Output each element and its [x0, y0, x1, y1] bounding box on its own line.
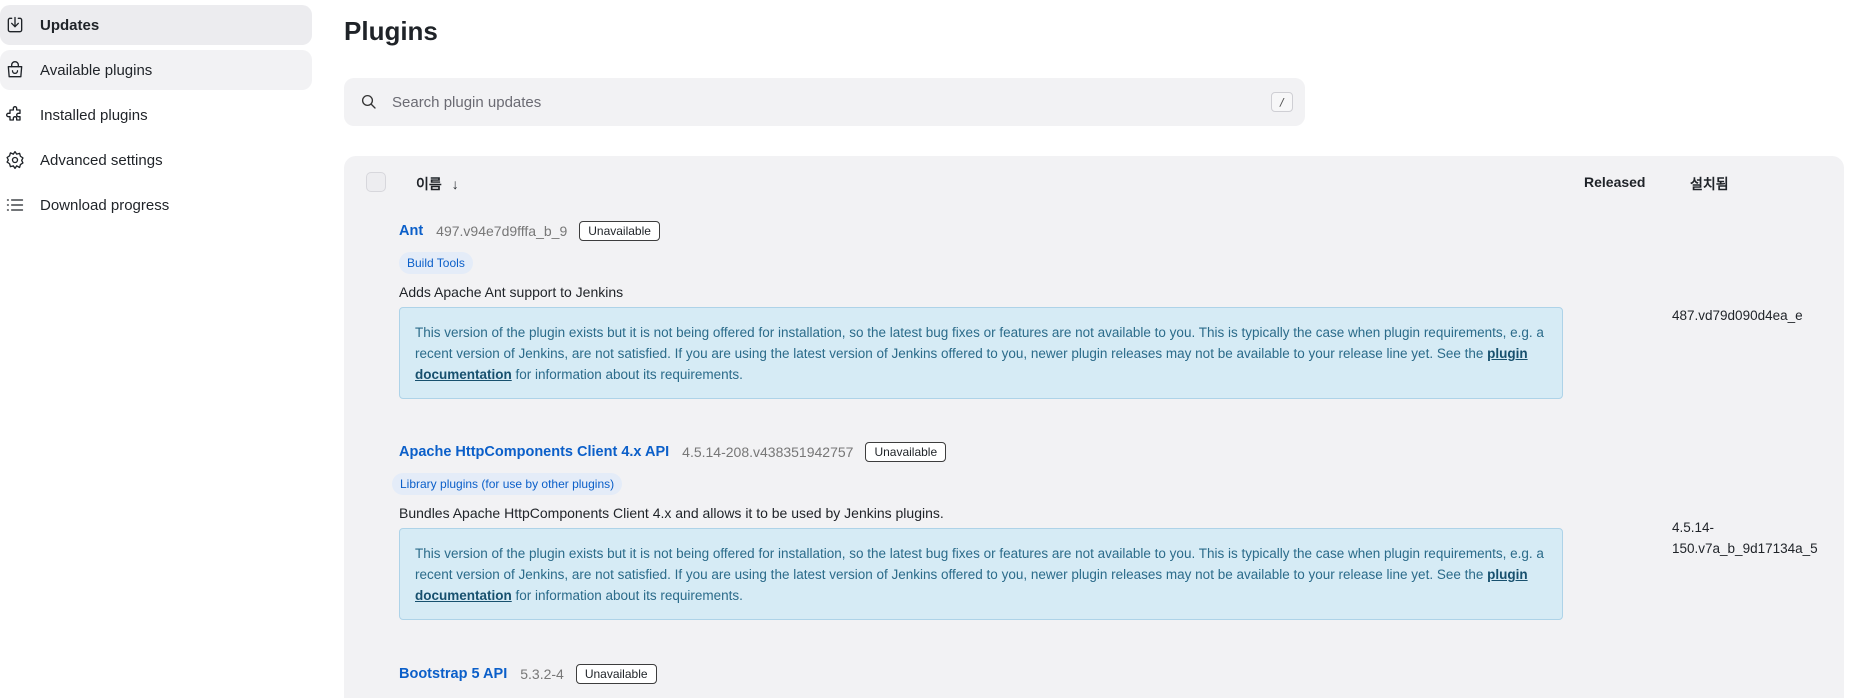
sidebar-item-label: Available plugins	[40, 61, 153, 79]
search-bar: /	[344, 78, 1305, 126]
column-header-name-label: 이름	[416, 176, 442, 192]
sidebar-item-download-progress[interactable]: Download progress	[0, 185, 312, 225]
sidebar-item-updates[interactable]: Updates	[0, 5, 312, 45]
sidebar-item-installed-plugins[interactable]: Installed plugins	[0, 95, 312, 135]
sidebar-item-advanced-settings[interactable]: Advanced settings	[0, 140, 312, 180]
sort-arrow-icon: ↓	[451, 176, 459, 192]
status-badge: Unavailable	[579, 221, 660, 241]
plugin-description: Bundles Apache HttpComponents Client 4.x…	[399, 505, 944, 521]
notice-text-end: for information about its requirements.	[511, 367, 743, 382]
download-icon	[4, 14, 26, 36]
notice-text-end: for information about its requirements.	[511, 588, 743, 603]
table-row: Ant 497.v94e7d9fffa_b_9 Unavailable Buil…	[399, 220, 1799, 399]
unavailable-notice: This version of the plugin exists but it…	[399, 307, 1563, 399]
column-header-name[interactable]: 이름 ↓	[416, 174, 459, 194]
search-icon	[360, 93, 378, 111]
category-tag[interactable]: Build Tools	[399, 252, 473, 274]
plugin-header: Ant 497.v94e7d9fffa_b_9 Unavailable	[399, 220, 1799, 242]
sidebar-item-label: Installed plugins	[40, 106, 148, 124]
installed-version-line2: 150.v7a_b_9d17134a_5	[1672, 541, 1818, 556]
table-row: Apache HttpComponents Client 4.x API 4.5…	[392, 441, 1799, 620]
notice-text: This version of the plugin exists but it…	[415, 546, 1544, 582]
plugin-name-link[interactable]: Apache HttpComponents Client 4.x API	[399, 444, 669, 460]
plugin-version: 497.v94e7d9fffa_b_9	[436, 223, 568, 239]
plugin-version: 4.5.14-208.v438351942757	[682, 444, 854, 460]
sidebar-item-available-plugins[interactable]: Available plugins	[0, 50, 312, 90]
plugin-header: Apache HttpComponents Client 4.x API 4.5…	[399, 441, 1799, 463]
plugin-name-link[interactable]: Ant	[399, 223, 423, 239]
list-icon	[4, 194, 26, 216]
plugin-name-link[interactable]: Bootstrap 5 API	[399, 666, 507, 682]
column-header-released[interactable]: Released	[1584, 174, 1645, 190]
sidebar-item-label: Advanced settings	[40, 151, 163, 169]
puzzle-icon	[4, 104, 26, 126]
unavailable-notice: This version of the plugin exists but it…	[399, 528, 1563, 620]
table-row: Bootstrap 5 API 5.3.2-4 Unavailable	[399, 663, 1799, 685]
category-tag[interactable]: Library plugins (for use by other plugin…	[392, 473, 623, 495]
plugin-description: Adds Apache Ant support to Jenkins	[399, 284, 624, 300]
select-all-checkbox[interactable]	[366, 172, 386, 192]
page-title: Plugins	[344, 16, 438, 46]
table-header: 이름 ↓ Released 설치됨	[344, 156, 1844, 208]
status-badge: Unavailable	[575, 664, 657, 684]
shopping-bag-icon	[4, 59, 26, 81]
installed-version: 4.5.14- 150.v7a_b_9d17134a_5	[1672, 517, 1822, 559]
sidebar-item-label: Download progress	[40, 196, 170, 214]
installed-version-line1: 4.5.14-	[1672, 520, 1715, 535]
plugin-header: Bootstrap 5 API 5.3.2-4 Unavailable	[399, 663, 1799, 685]
plugin-version: 5.3.2-4	[520, 666, 564, 682]
status-badge: Unavailable	[865, 442, 947, 462]
plugin-updates-table: 이름 ↓ Released 설치됨 Ant 497.v94e7d9fffa_b_9…	[344, 156, 1844, 698]
column-header-installed[interactable]: 설치됨	[1690, 174, 1729, 194]
notice-text: This version of the plugin exists but it…	[415, 325, 1544, 361]
search-shortcut-hint: /	[1271, 92, 1293, 112]
search-input[interactable]	[392, 93, 1271, 111]
sidebar-item-label: Updates	[40, 16, 100, 34]
installed-version: 487.vd79d090d4ea_e	[1672, 308, 1803, 323]
gear-icon	[4, 149, 26, 171]
sidebar: Updates Available plugins Installed plug…	[0, 5, 312, 230]
